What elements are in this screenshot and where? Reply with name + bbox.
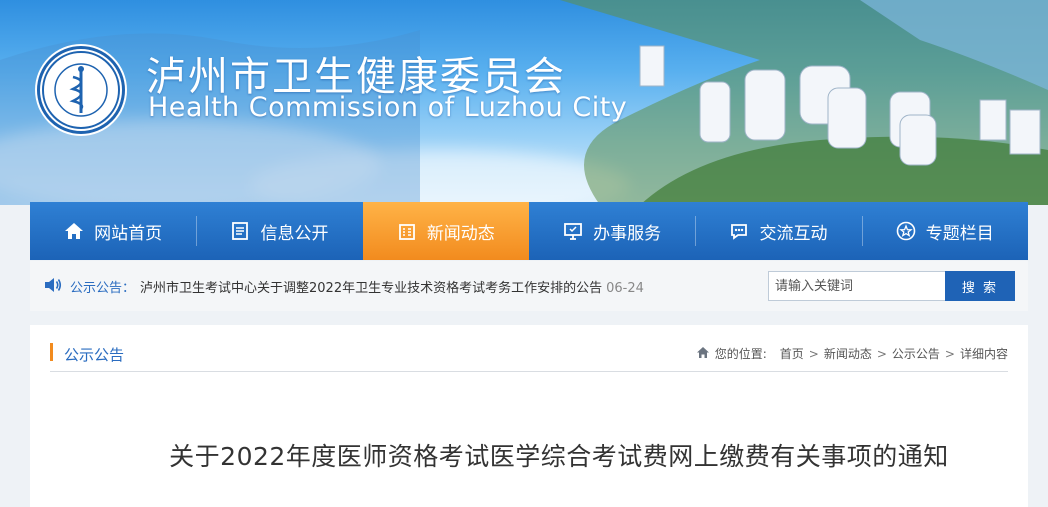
main-nav: 网站首页 信息公开 新闻动态 办事服务 交流互动 专题栏目	[30, 202, 1028, 260]
nav-item-label: 信息公开	[260, 223, 329, 244]
speaker-icon	[44, 277, 62, 297]
header-banner: 泸州市卫生健康委员会 Health Commission of Luzhou C…	[0, 0, 1048, 205]
nav-item-topics[interactable]: 专题栏目	[861, 202, 1028, 260]
chat-icon	[729, 221, 749, 241]
health-commission-emblem-icon	[42, 51, 120, 129]
nav-item-home[interactable]: 网站首页	[30, 202, 196, 260]
search-button[interactable]: 搜 索	[945, 271, 1015, 301]
site-title-en: Health Commission of Luzhou City	[148, 92, 628, 123]
monitor-icon	[563, 221, 583, 241]
breadcrumb-item-detail: 详细内容	[959, 347, 1008, 361]
nav-item-label: 办事服务	[593, 223, 662, 244]
breadcrumb-item-news[interactable]: 新闻动态	[824, 345, 872, 362]
breadcrumb-prefix: 您的位置:	[714, 347, 767, 361]
breadcrumb-item-notices[interactable]: 公示公告	[892, 345, 940, 362]
nav-item-interaction[interactable]: 交流互动	[695, 202, 861, 260]
star-icon	[896, 221, 916, 241]
document-icon	[230, 221, 250, 241]
home-icon	[696, 346, 710, 362]
breadcrumb-separator: >	[944, 346, 955, 361]
nav-item-label: 新闻动态	[426, 223, 495, 244]
breadcrumb-separator: >	[876, 346, 887, 361]
breadcrumb: 您的位置: 首页 > 新闻动态 > 公示公告 > 详细内容	[696, 345, 1008, 362]
home-icon	[64, 221, 84, 241]
notice-link[interactable]: 泸州市卫生考试中心关于调整2022年卫生专业技术资格考试考务工作安排的公告 06-…	[140, 277, 644, 296]
section-marker	[50, 343, 53, 361]
search-input[interactable]	[768, 271, 946, 301]
breadcrumb-item-home[interactable]: 首页	[780, 345, 804, 362]
notice-date: 06-24	[606, 281, 644, 296]
building-icon	[397, 221, 417, 241]
content-panel: 公示公告 您的位置: 首页 > 新闻动态 > 公示公告 > 详细内容 关于202…	[30, 325, 1028, 507]
section-title: 公示公告	[64, 346, 125, 364]
nav-item-label: 专题栏目	[925, 223, 994, 244]
nav-item-news[interactable]: 新闻动态	[362, 202, 529, 260]
site-logo[interactable]	[37, 46, 125, 134]
breadcrumb-separator: >	[808, 346, 819, 361]
nav-item-services[interactable]: 办事服务	[529, 202, 695, 260]
nav-item-info-disclosure[interactable]: 信息公开	[196, 202, 362, 260]
article-title: 关于2022年度医师资格考试医学综合考试费网上缴费有关事项的通知	[169, 442, 949, 471]
notice-label: 公示公告：	[70, 281, 136, 296]
section-divider	[50, 371, 1008, 372]
notice-bar: 公示公告： 泸州市卫生考试中心关于调整2022年卫生专业技术资格考试考务工作安排…	[30, 261, 1028, 311]
nav-item-label: 交流互动	[759, 223, 828, 244]
nav-item-label: 网站首页	[94, 223, 163, 244]
notice-text: 泸州市卫生考试中心关于调整2022年卫生专业技术资格考试考务工作安排的公告	[140, 281, 603, 296]
